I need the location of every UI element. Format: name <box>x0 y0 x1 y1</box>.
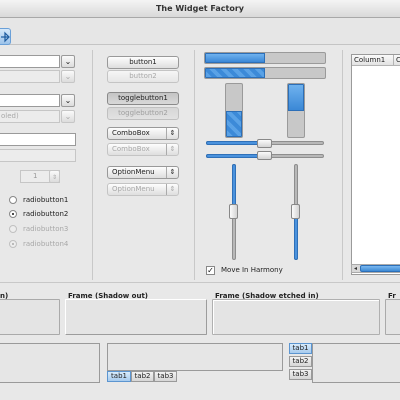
chevron-down-icon: ⌄ <box>64 96 72 105</box>
updown-icon: ⇕ <box>51 174 58 181</box>
window-titlebar: The Widget Factory <box>0 0 400 18</box>
button2: button2 <box>107 70 179 83</box>
option-menu1-label: OptionMenu <box>112 168 155 176</box>
option-menu2-label: OptionMenu <box>112 185 155 193</box>
vscale1-slider[interactable] <box>229 204 238 219</box>
spin-value: 1 <box>33 172 38 180</box>
chevron-down-icon: ⌄ <box>64 72 72 81</box>
text-entry[interactable] <box>0 133 76 146</box>
tab-side-2[interactable]: tab2 <box>289 356 312 367</box>
combo-entry-dropdown-button[interactable]: ⌄ <box>61 55 75 68</box>
combo-entry[interactable] <box>0 55 60 68</box>
scrollbar-thumb[interactable] <box>360 265 400 272</box>
combobox1[interactable]: ComboBox ⇕ <box>107 127 179 140</box>
progress-bar-v2 <box>287 83 305 138</box>
option-menu2: OptionMenu ⇕ <box>107 183 179 196</box>
radio-label-4: radiobutton4 <box>23 240 69 248</box>
updown-icon: ⇕ <box>166 184 178 195</box>
frame-shadow-etched-in <box>212 299 380 335</box>
combobox1-label: ComboBox <box>112 129 150 137</box>
tab-side-3[interactable]: tab3 <box>289 369 312 380</box>
text-entry-disabled <box>0 149 76 162</box>
tree-column-header-1[interactable]: Column1 <box>352 55 394 66</box>
separator <box>0 282 400 283</box>
toolbar-pin-button[interactable] <box>0 28 11 45</box>
separator <box>92 50 93 280</box>
separator <box>194 50 195 280</box>
toolbar <box>0 18 400 45</box>
button1[interactable]: button1 <box>107 56 179 69</box>
tab-bottom-3[interactable]: tab3 <box>154 371 177 382</box>
combo-entry-2[interactable] <box>0 94 60 107</box>
radio-label-1: radiobutton1 <box>23 196 69 204</box>
progress-bar-v1 <box>225 83 243 138</box>
separator <box>342 50 343 280</box>
combo-entry-2-disabled: oled) <box>0 110 60 123</box>
progress-fill <box>205 68 265 78</box>
combo-entry-2-disabled-dropdown-button: ⌄ <box>61 110 75 123</box>
radio-label-3: radiobutton3 <box>23 225 69 233</box>
toggle-button2: togglebutton2 <box>107 107 179 120</box>
radio-button-3 <box>9 225 17 233</box>
vscale2-slider[interactable] <box>291 204 300 219</box>
tree-view[interactable]: Column1 Co <box>351 54 400 275</box>
tab-side-1[interactable]: tab1 <box>289 343 312 354</box>
combobox2: ComboBox ⇕ <box>107 143 179 156</box>
notebook-bottom-tabs <box>107 343 283 371</box>
notebook-left <box>0 343 100 383</box>
pin-icon <box>1 31 10 43</box>
radio-button-1[interactable] <box>9 196 17 204</box>
combo-entry-disabled-dropdown-button: ⌄ <box>61 70 75 83</box>
progress-fill <box>205 53 265 63</box>
chevron-down-icon: ⌄ <box>64 112 72 121</box>
hscale1-slider[interactable] <box>257 139 272 148</box>
updown-icon: ⇕ <box>166 128 178 139</box>
combobox2-label: ComboBox <box>112 145 150 153</box>
progress-bar-h1 <box>204 52 326 64</box>
updown-icon: ⇕ <box>166 167 178 178</box>
frame-shadow-out <box>65 299 207 335</box>
frame-4 <box>385 299 400 335</box>
notebook-side-tabs <box>312 343 400 383</box>
updown-icon: ⇕ <box>166 144 178 155</box>
vscale2-fill <box>294 212 298 260</box>
checkmark-icon: ✓ <box>207 266 214 275</box>
radio-button-2[interactable] <box>9 210 17 218</box>
harmony-checkbox[interactable]: ✓ <box>206 266 215 275</box>
chevron-down-icon: ⌄ <box>64 57 72 66</box>
toggle-button1[interactable]: togglebutton1 <box>107 92 179 105</box>
progress-bar-h2 <box>204 67 326 79</box>
option-menu1[interactable]: OptionMenu ⇕ <box>107 166 179 179</box>
progress-fill <box>288 84 304 111</box>
hscale2-slider[interactable] <box>257 151 272 160</box>
combo-entry-text: oled) <box>1 112 19 120</box>
radio-label-2: radiobutton2 <box>23 210 69 218</box>
tab-bottom-2[interactable]: tab2 <box>131 371 154 382</box>
harmony-label: Move In Harmony <box>221 266 283 274</box>
tree-column-header-2[interactable]: Co <box>394 55 400 66</box>
combo-entry-disabled <box>0 70 60 83</box>
scroll-left-icon[interactable]: ◂ <box>352 265 359 272</box>
progress-fill <box>226 110 242 137</box>
tab-bottom-1[interactable]: tab1 <box>107 371 131 382</box>
radio-button-4 <box>9 240 17 248</box>
window-title: The Widget Factory <box>155 4 245 13</box>
combo-entry-2-dropdown-button[interactable]: ⌄ <box>61 94 75 107</box>
spin-button-arrows: ⇕ <box>49 170 60 183</box>
frame-1 <box>0 299 60 335</box>
